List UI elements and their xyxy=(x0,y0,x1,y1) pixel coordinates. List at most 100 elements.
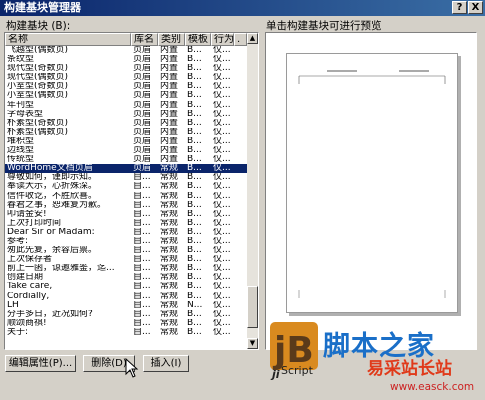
list-cell: 常规 xyxy=(160,273,179,283)
list-cell: 自... xyxy=(133,291,151,301)
list-row[interactable]: 信件收讫，不胜欣喜。 自... 常规 B... 仅... xyxy=(5,192,247,201)
scroll-down-icon[interactable]: ▼ xyxy=(247,338,258,349)
scroll-up-icon[interactable]: ▲ xyxy=(247,33,258,44)
list-cell: 仅... xyxy=(213,218,231,228)
list-row[interactable]: 关于: 自... 常规 B... 仅... xyxy=(5,328,247,337)
list-row[interactable]: 前上一函，谅邀雅鉴，迄... 自... 常规 B... 仅... xyxy=(5,264,247,273)
list-cell: 页眉 xyxy=(133,73,152,83)
svg-text:ji: ji xyxy=(270,368,280,380)
list-row[interactable]: 叩请金安! 自... 常规 B... 仅... xyxy=(5,210,247,219)
list-cell: 现代型(偶数页) xyxy=(7,73,69,83)
list-cell: B... xyxy=(187,118,202,128)
list-cell: 内置 xyxy=(160,55,179,65)
list-cell: 小室型(偶数页) xyxy=(7,91,69,101)
list-row[interactable]: LH 自... 常规 N... 仅... xyxy=(5,301,247,310)
list-row[interactable]: 堆积型 页眉 内置 B... 仅... xyxy=(5,137,247,146)
list-row[interactable]: 上次保存者 自... 常规 B... 仅... xyxy=(5,255,247,264)
list-cell: 自... xyxy=(133,255,151,265)
list-header: 名称 库名 类别 模板 行为 . xyxy=(5,33,247,46)
list-row[interactable]: 分手多日，近况如何? 自... 常规 B... 仅... xyxy=(5,310,247,319)
column-header-behavior[interactable]: 行为 xyxy=(211,33,234,46)
list-cell: 仅... xyxy=(213,182,231,192)
list-cell: 仅... xyxy=(213,46,231,55)
list-row[interactable]: Take care, 自... 常规 B... 仅... xyxy=(5,282,247,291)
list-cell: 自... xyxy=(133,173,151,183)
list-cell: B... xyxy=(187,318,202,328)
list-row[interactable]: 飞越型(偶数页) 页眉 内置 B... 仅... xyxy=(5,46,247,55)
list-row[interactable]: 上次打印时间 自... 常规 B... 仅... xyxy=(5,219,247,228)
help-button[interactable]: ? xyxy=(452,1,467,14)
list-cell: B... xyxy=(187,73,202,83)
column-header-template[interactable]: 模板 xyxy=(185,33,211,46)
list-cell: 上次打印时间 xyxy=(7,218,62,228)
list-row[interactable]: 传统型 页眉 内置 B... 仅... xyxy=(5,155,247,164)
list-row[interactable]: 边线型 页眉 内置 B... 仅... xyxy=(5,146,247,155)
list-row[interactable]: 年刊型 页眉 内置 B... 仅... xyxy=(5,101,247,110)
list-cell: 关于: xyxy=(7,327,29,337)
list-cell: 分手多日，近况如何? xyxy=(7,309,93,319)
list-cell: 自... xyxy=(133,218,151,228)
list-row[interactable]: 小室型(奇数页) 页眉 内置 B... 仅... xyxy=(5,82,247,91)
list-cell: 奉读大示，心折殊深。 xyxy=(7,182,98,192)
building-blocks-list[interactable]: 名称 库名 类别 模板 行为 . 飞越型(偶数页) 页眉 内置 B... 仅... 条纹型… xyxy=(4,32,259,350)
list-cell: 匆此先复，余容后禀。 xyxy=(7,246,98,256)
list-cell: B... xyxy=(187,182,202,192)
column-header-gallery[interactable]: 库名 xyxy=(131,33,158,46)
close-button[interactable]: X xyxy=(468,1,483,14)
list-cell: 页眉 xyxy=(133,82,152,92)
column-header-extra[interactable]: . xyxy=(234,33,247,46)
list-row[interactable]: 参考: 自... 常规 B... 仅... xyxy=(5,237,247,246)
list-cell: 常规 xyxy=(160,227,179,237)
list-cell: 常规 xyxy=(160,218,179,228)
list-row[interactable]: 奉读大示，心折殊深。 自... 常规 B... 仅... xyxy=(5,182,247,191)
list-cell: 页眉 xyxy=(133,146,152,156)
column-header-category[interactable]: 类别 xyxy=(158,33,185,46)
list-cell: B... xyxy=(187,246,202,256)
list-cell: LH xyxy=(7,300,19,310)
vertical-scrollbar[interactable]: ▲ ▼ xyxy=(247,33,258,349)
list-cell: B... xyxy=(187,82,202,92)
list-row[interactable]: 字母表型 页眉 内置 B... 仅... xyxy=(5,110,247,119)
list-cell: 内置 xyxy=(160,73,179,83)
list-cell: 常规 xyxy=(160,282,179,292)
list-cell: 常规 xyxy=(160,291,179,301)
list-row[interactable]: 朴素型(偶数页) 页眉 内置 B... 仅... xyxy=(5,128,247,137)
list-cell: 页眉 xyxy=(133,118,152,128)
list-row[interactable]: 现代型(奇数页) 页眉 内置 B... 仅... xyxy=(5,64,247,73)
list-row[interactable]: Dear Sir or Madam: 自... 常规 B... 仅... xyxy=(5,228,247,237)
list-cell: 字母表型 xyxy=(7,109,44,119)
list-cell: B... xyxy=(187,109,202,119)
list-cell: 自... xyxy=(133,309,151,319)
list-cell: B... xyxy=(187,55,202,65)
list-row[interactable]: 条纹型 页眉 内置 B... 仅... xyxy=(5,55,247,64)
list-cell: Dear Sir or Madam: xyxy=(7,227,95,237)
list-cell: 常规 xyxy=(160,255,179,265)
list-row[interactable]: 匆此先复，余容后禀。 自... 常规 B... 仅... xyxy=(5,246,247,255)
list-cell: B... xyxy=(187,127,202,137)
list-cell: B... xyxy=(187,264,202,274)
list-cell: 仅... xyxy=(213,136,231,146)
list-cell: 仅... xyxy=(213,100,231,110)
insert-button[interactable]: 插入(I) xyxy=(143,355,189,372)
list-cell: 仅... xyxy=(213,73,231,83)
list-row[interactable]: 春君之事，恕难复为歉。 自... 常规 B... 仅... xyxy=(5,201,247,210)
list-row[interactable]: 顺颂商祺! 自... 常规 B... 仅... xyxy=(5,319,247,328)
list-row[interactable]: WordHome文档页眉 页眉 常规 B... 仅... xyxy=(5,164,247,174)
list-row[interactable]: Cordially, 自... 常规 B... 仅... xyxy=(5,292,247,301)
list-row[interactable]: 现代型(偶数页) 页眉 内置 B... 仅... xyxy=(5,73,247,82)
list-row[interactable]: 创建日期 自... 常规 B... 仅... xyxy=(5,273,247,282)
list-cell: 常规 xyxy=(160,300,179,310)
list-row[interactable]: 小室型(偶数页) 页眉 内置 B... 仅... xyxy=(5,91,247,100)
list-cell: 页眉 xyxy=(133,109,152,119)
list-cell: 常规 xyxy=(160,191,179,201)
list-cell: 仅... xyxy=(213,318,231,328)
column-header-name[interactable]: 名称 xyxy=(5,33,131,46)
list-row[interactable]: 尊敬如何，谨即示知。 自... 常规 B... 仅... xyxy=(5,173,247,182)
list-cell: 仅... xyxy=(213,109,231,119)
list-row[interactable]: 朴素型(奇数页) 页眉 内置 B... 仅... xyxy=(5,119,247,128)
list-cell: 小室型(奇数页) xyxy=(7,82,69,92)
edit-properties-button[interactable]: 编辑属性(P)... xyxy=(5,355,76,372)
scroll-thumb[interactable] xyxy=(247,286,258,328)
list-cell: B... xyxy=(187,291,202,301)
list-cell: 自... xyxy=(133,246,151,256)
